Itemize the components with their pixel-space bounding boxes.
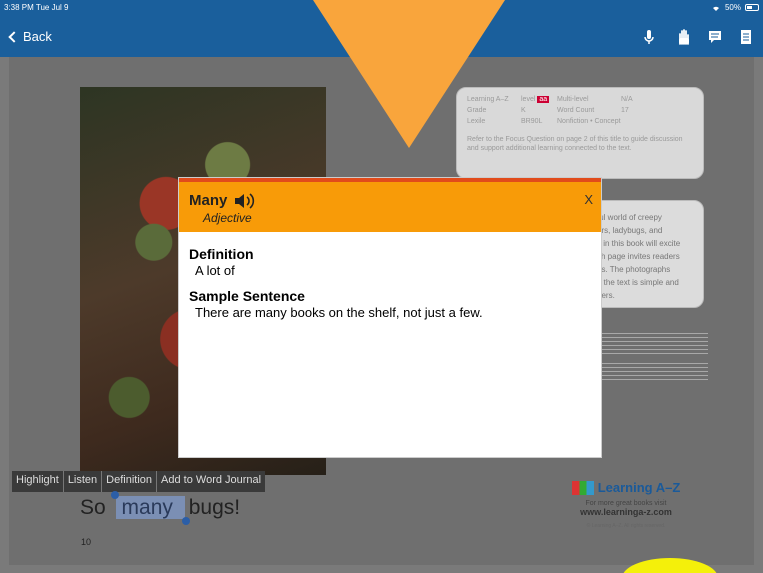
info-label: Learning A–Z (467, 96, 509, 103)
sentence-word[interactable]: bugs! (189, 496, 240, 519)
sample-sentence-text: There are many books on the shelf, not j… (195, 305, 483, 320)
description-line: s in this book will excite (597, 239, 681, 248)
selected-word[interactable]: many (110, 491, 190, 525)
highlight-button[interactable]: Highlight (12, 471, 64, 492)
chevron-left-icon (8, 30, 20, 43)
learning-az-logo: Learning A–Z (536, 480, 716, 495)
info-value: N/A (621, 96, 633, 103)
info-level: level aa (521, 96, 557, 103)
page-number: 10 (81, 537, 92, 547)
info-label: Grade (467, 107, 487, 114)
selected-word-text: many (121, 496, 173, 519)
selection-handle-end[interactable] (181, 517, 190, 525)
info-value (621, 118, 651, 125)
info-label: Multi-level (557, 96, 589, 103)
status-indicators: 50% (711, 3, 759, 12)
description-line: ars, ladybugs, and (597, 226, 663, 235)
info-value: BR90L (521, 118, 543, 125)
status-time: 3:38 PM Tue Jul 9 (4, 3, 69, 12)
learning-az-footer: Learning A–Z For more great books visit … (536, 480, 716, 529)
top-bar: 3:38 PM Tue Jul 9 50% Back (0, 0, 763, 57)
definition-text: A lot of (195, 263, 235, 278)
fine-print-block (596, 333, 708, 355)
comment-icon[interactable] (706, 28, 724, 46)
speaker-icon[interactable] (233, 192, 255, 209)
info-label: Word Count (557, 107, 595, 114)
wifi-icon (712, 6, 719, 11)
word-text: Many (189, 192, 228, 209)
level-badge: aa (537, 96, 550, 103)
info-label: Lexile (467, 118, 486, 125)
microphone-icon[interactable] (640, 28, 658, 46)
book-description-box: ful world of creepy ars, ladybugs, and s… (590, 200, 704, 308)
definition-button[interactable]: Definition (102, 471, 158, 492)
footer-url: www.learninga-z.com (580, 507, 672, 517)
description-line: gs. The photographs (597, 265, 671, 274)
selection-toolbar: Highlight Listen Definition Add to Word … (12, 471, 266, 492)
description-line: ch page invites readers (597, 252, 680, 261)
description-line: ders. (597, 291, 615, 300)
book-info-box: Learning A–Z level aa Multi-level N/A Gr… (456, 87, 704, 179)
battery-icon (745, 4, 759, 11)
battery-percent: 50% (724, 3, 741, 12)
info-level-label: level (521, 96, 536, 103)
popup-body: Definition A lot of Sample Sentence Ther… (179, 232, 601, 342)
info-value: K (521, 107, 526, 114)
sentence-word[interactable]: So (80, 496, 106, 519)
fine-print-block (596, 363, 708, 381)
sample-sentence-heading: Sample Sentence (189, 288, 305, 304)
listen-button[interactable]: Listen (64, 471, 103, 492)
definition-popup: Many Adjective X Definition A lot of Sam… (179, 178, 601, 457)
info-label: Nonfiction • Concept (557, 118, 621, 125)
focus-question-text: Refer to the Focus Question on page 2 of… (467, 136, 683, 153)
selection-handle-start[interactable] (110, 491, 119, 499)
copyright-text: © Learning A–Z. All rights reserved. (586, 523, 666, 529)
page-sentence: So many bugs! (80, 491, 240, 525)
footer-line: For more great books visit (585, 500, 667, 507)
description-line: ful world of creepy (597, 213, 662, 222)
definition-heading: Definition (189, 246, 254, 262)
hand-raise-icon[interactable] (675, 28, 693, 46)
part-of-speech: Adjective (203, 211, 252, 225)
close-button[interactable]: X (584, 192, 593, 207)
popup-header: Many Adjective X (179, 178, 601, 232)
popup-word: Many (189, 192, 255, 209)
info-value: 17 (621, 107, 629, 114)
back-button[interactable]: Back (6, 29, 52, 44)
notebook-icon[interactable] (737, 28, 755, 46)
learning-az-flag-icon (571, 480, 594, 495)
back-label: Back (23, 29, 52, 44)
add-to-word-journal-button[interactable]: Add to Word Journal (157, 471, 265, 492)
description-line: e the text is simple and (597, 278, 679, 287)
brand-name: Learning A–Z (597, 480, 681, 495)
